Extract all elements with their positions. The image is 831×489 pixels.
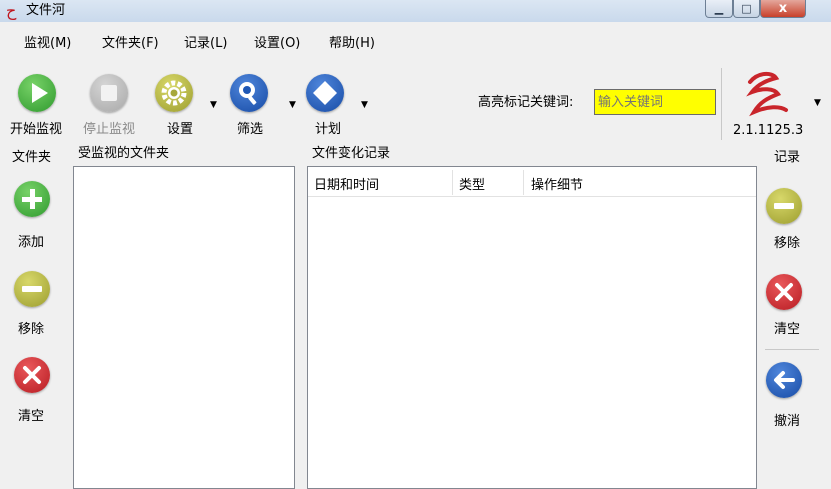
gear-icon: [155, 74, 193, 112]
folder-sidebar-title: 文件夹: [12, 150, 52, 165]
menu-folder[interactable]: 文件夹(F): [102, 36, 159, 52]
log-header-divider: [308, 196, 756, 197]
schedule-icon: [306, 74, 344, 112]
settings-label: 设置: [167, 122, 194, 137]
monitored-folders-title: 受监视的文件夹: [78, 146, 170, 161]
brand-logo-icon[interactable]: [738, 68, 798, 118]
add-folder-label: 添加: [18, 235, 45, 250]
close-button[interactable]: x: [760, 0, 806, 18]
remove-log-button[interactable]: [766, 188, 806, 228]
magnifier-icon: [230, 74, 268, 112]
arrow-left-icon: [766, 362, 802, 398]
menu-log[interactable]: 记录(L): [184, 36, 227, 52]
menu-settings[interactable]: 设置(O): [254, 36, 300, 52]
version-label: 2.1.1125.3: [733, 123, 804, 138]
start-monitor-label: 开始监视: [10, 122, 63, 137]
stop-icon: [90, 74, 128, 112]
menu-help[interactable]: 帮助(H): [329, 36, 375, 52]
x-icon: [766, 274, 802, 310]
minimize-button[interactable]: ▁: [705, 0, 733, 18]
minus-icon: [14, 271, 50, 307]
remove-folder-label: 移除: [18, 322, 45, 337]
settings-dropdown-icon[interactable]: ▼: [210, 100, 217, 110]
clear-log-label: 清空: [774, 322, 801, 337]
schedule-dropdown-icon[interactable]: ▼: [361, 100, 368, 110]
toolbar-divider: [721, 68, 722, 140]
minus-icon: [766, 188, 802, 224]
col-header-details[interactable]: 操作细节: [531, 178, 583, 194]
filter-dropdown-icon[interactable]: ▼: [289, 100, 296, 110]
monitored-folders-list[interactable]: [73, 166, 295, 489]
brand-dropdown-icon[interactable]: ▼: [814, 98, 821, 108]
highlight-keyword-label: 高亮标记关键词:: [478, 95, 574, 110]
clear-log-button[interactable]: [766, 274, 806, 314]
right-sidebar-divider: [765, 349, 819, 350]
col-divider[interactable]: [523, 170, 524, 195]
x-icon: [14, 357, 50, 393]
remove-folder-button[interactable]: [14, 271, 54, 311]
file-log-title: 文件变化记录: [312, 146, 391, 161]
col-header-datetime[interactable]: 日期和时间: [314, 178, 379, 194]
clear-folders-label: 清空: [18, 409, 45, 424]
col-divider[interactable]: [452, 170, 453, 195]
clear-folders-button[interactable]: [14, 357, 54, 397]
undo-label: 撤消: [774, 414, 801, 429]
window-title: 文件河: [26, 3, 66, 18]
remove-log-label: 移除: [774, 236, 801, 251]
menu-monitor[interactable]: 监视(M): [24, 36, 71, 52]
col-header-type[interactable]: 类型: [459, 178, 485, 194]
add-folder-button[interactable]: [14, 181, 54, 221]
stop-monitor-label: 停止监视: [83, 122, 136, 137]
undo-button[interactable]: [766, 362, 806, 402]
filter-label: 筛选: [237, 122, 264, 137]
app-logo-icon: ح: [6, 1, 17, 20]
plus-icon: [14, 181, 50, 217]
file-log-table[interactable]: [307, 166, 757, 489]
play-icon: [18, 74, 56, 112]
schedule-label: 计划: [315, 122, 342, 137]
log-sidebar-title: 记录: [774, 150, 801, 165]
maximize-button[interactable]: □: [733, 0, 760, 18]
keyword-input[interactable]: [594, 89, 716, 115]
